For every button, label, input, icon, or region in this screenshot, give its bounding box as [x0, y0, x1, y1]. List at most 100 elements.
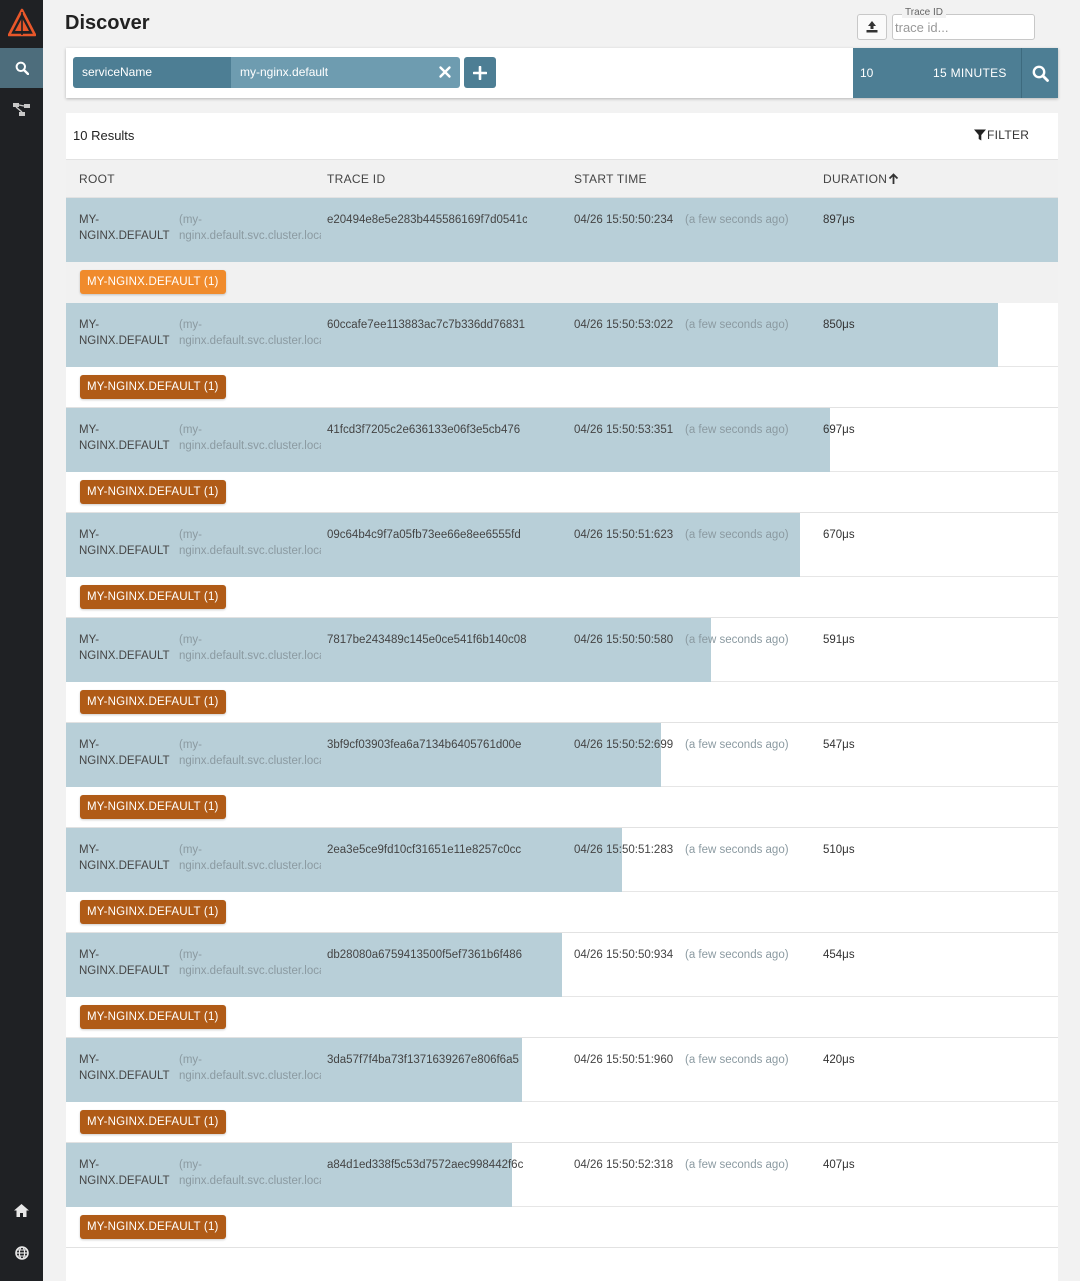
service-tag[interactable]: MY-NGINX.DEFAULT (1) [80, 1005, 226, 1029]
start-time: 04/26 15:50:52:318 [574, 1159, 674, 1171]
service-tag[interactable]: MY-NGINX.DEFAULT (1) [80, 1110, 226, 1134]
logo-icon[interactable] [0, 0, 43, 46]
condition-value[interactable]: my-nginx.default [231, 57, 460, 88]
trace-summary[interactable]: MY- NGINX.DEFAULT (my-nginx.default.svc.cl… [66, 513, 1058, 577]
service-tag[interactable]: MY-NGINX.DEFAULT (1) [80, 795, 226, 819]
condition-key[interactable]: serviceName [73, 57, 231, 88]
root-service: MY- NGINX.DEFAULT [79, 317, 177, 349]
trace-summary[interactable]: MY- NGINX.DEFAULT (my-nginx.default.svc.cl… [66, 618, 1058, 682]
trace-id-input[interactable] [895, 18, 1030, 36]
trace-id: e20494e8e5e283b445586169f7d0541c [327, 214, 527, 226]
root-span-line1: (my- [179, 424, 202, 436]
root-service: MY- NGINX.DEFAULT [79, 632, 177, 664]
relative-time: (a few seconds ago) [685, 949, 789, 961]
root-span-line2: nginx.default.svc.cluster.local:80/*) [179, 230, 321, 242]
home-icon [14, 1203, 29, 1217]
root-service-line2: NGINX.DEFAULT [79, 545, 170, 557]
column-trace-id[interactable]: TRACE ID [327, 172, 385, 186]
service-tag[interactable]: MY-NGINX.DEFAULT (1) [80, 585, 226, 609]
trace-summary[interactable]: MY- NGINX.DEFAULT (my-nginx.default.svc.cl… [66, 828, 1058, 892]
add-condition-button[interactable] [464, 57, 496, 88]
sidebar-item-language[interactable] [0, 1233, 43, 1273]
column-duration-label: DURATION [823, 172, 888, 186]
service-tags: MY-NGINX.DEFAULT (1) [66, 367, 1058, 408]
root-service: MY- NGINX.DEFAULT [79, 947, 177, 979]
service-tags: MY-NGINX.DEFAULT (1) [66, 787, 1058, 828]
root-service: MY- NGINX.DEFAULT [79, 1157, 177, 1189]
dependencies-icon [12, 103, 30, 116]
service-tag[interactable]: MY-NGINX.DEFAULT (1) [80, 480, 226, 504]
trace-summary[interactable]: MY- NGINX.DEFAULT (my-nginx.default.svc.cl… [66, 1143, 1058, 1207]
duration: 510μs [823, 844, 855, 856]
results-panel: 10 Results FILTER ROOT TRACE ID START TI… [66, 113, 1058, 1281]
results-count: 10 Results [73, 128, 135, 143]
trace-summary[interactable]: MY- NGINX.DEFAULT (my-nginx.default.svc.cl… [66, 408, 1058, 472]
root-span-line1: (my- [179, 739, 202, 751]
relative-time: (a few seconds ago) [685, 634, 789, 646]
limit-input[interactable]: 10 [860, 66, 873, 80]
root-span-name: (my-nginx.default.svc.cluster.local:80/*… [179, 1052, 321, 1084]
search-condition[interactable]: serviceName my-nginx.default [73, 57, 460, 88]
sidebar-item-discover[interactable] [0, 48, 43, 88]
search-icon [1032, 65, 1049, 82]
arrow-up-icon [889, 173, 899, 184]
sidebar [0, 0, 43, 1281]
relative-time: (a few seconds ago) [685, 739, 789, 751]
sidebar-item-dependencies[interactable] [0, 90, 43, 130]
duration: 850μs [823, 319, 855, 331]
root-service: MY- NGINX.DEFAULT [79, 737, 177, 769]
trace-id: 2ea3e5ce9fd10cf31651e11e8257c0cc [327, 844, 522, 856]
trace-summary[interactable]: MY- NGINX.DEFAULT (my-nginx.default.svc.cl… [66, 723, 1058, 787]
root-service-line2: NGINX.DEFAULT [79, 230, 170, 242]
service-tag[interactable]: MY-NGINX.DEFAULT (1) [80, 270, 226, 294]
relative-time: (a few seconds ago) [685, 844, 789, 856]
column-root[interactable]: ROOT [79, 172, 115, 186]
duration: 420μs [823, 1054, 855, 1066]
trace-id: 60ccafe7ee113883ac7c7b336dd76831 [327, 319, 526, 331]
trace-summary[interactable]: MY- NGINX.DEFAULT (my-nginx.default.svc.cl… [66, 933, 1058, 997]
service-tag[interactable]: MY-NGINX.DEFAULT (1) [80, 690, 226, 714]
upload-button[interactable] [857, 14, 887, 40]
trace-summary[interactable]: MY- NGINX.DEFAULT (my-nginx.default.svc.cl… [66, 303, 1058, 367]
service-tag[interactable]: MY-NGINX.DEFAULT (1) [80, 1215, 226, 1239]
trace-row: MY- NGINX.DEFAULT (my-nginx.default.svc.cl… [66, 828, 1058, 933]
column-duration[interactable]: DURATION [823, 172, 899, 186]
start-time: 04/26 15:50:50:580 [574, 634, 674, 646]
trace-summary[interactable]: MY- NGINX.DEFAULT (my-nginx.default.svc.cl… [66, 198, 1058, 262]
duration: 591μs [823, 634, 855, 646]
sidebar-item-home[interactable] [0, 1190, 43, 1230]
trace-id: 7817be243489c145e0ce541f6b140c08 [327, 634, 527, 646]
trace-row: MY- NGINX.DEFAULT (my-nginx.default.svc.cl… [66, 723, 1058, 828]
service-tag[interactable]: MY-NGINX.DEFAULT (1) [80, 900, 226, 924]
service-tags: MY-NGINX.DEFAULT (1) [66, 577, 1058, 618]
trace-summary[interactable]: MY- NGINX.DEFAULT (my-nginx.default.svc.cl… [66, 1038, 1058, 1102]
root-span-name: (my-nginx.default.svc.cluster.local:80/*… [179, 947, 321, 979]
root-service-line2: NGINX.DEFAULT [79, 335, 170, 347]
relative-time: (a few seconds ago) [685, 424, 789, 436]
start-time: 04/26 15:50:51:623 [574, 529, 674, 541]
root-span-name: (my-nginx.default.svc.cluster.local:80/*… [179, 1157, 321, 1189]
root-span-name: (my-nginx.default.svc.cluster.local:80/*… [179, 632, 321, 664]
filter-button[interactable]: FILTER [974, 128, 1029, 142]
root-service-line1: MY- [79, 739, 100, 751]
search-button[interactable] [1021, 48, 1058, 98]
column-start-time[interactable]: START TIME [574, 172, 647, 186]
trace-id-label: Trace ID [902, 7, 946, 18]
root-service-line1: MY- [79, 529, 100, 541]
page-title: Discover [65, 12, 150, 34]
start-time: 04/26 15:50:51:960 [574, 1054, 674, 1066]
service-tags: MY-NGINX.DEFAULT (1) [66, 472, 1058, 513]
service-tag[interactable]: MY-NGINX.DEFAULT (1) [80, 375, 226, 399]
trace-row: MY- NGINX.DEFAULT (my-nginx.default.svc.cl… [66, 933, 1058, 1038]
root-service-line1: MY- [79, 844, 100, 856]
root-service: MY- NGINX.DEFAULT [79, 422, 177, 454]
lookback-select[interactable]: 15 MINUTES [933, 66, 1007, 80]
root-span-line2: nginx.default.svc.cluster.local:80/*) [179, 1070, 321, 1082]
trace-row: MY- NGINX.DEFAULT (my-nginx.default.svc.cl… [66, 408, 1058, 513]
trace-row: MY- NGINX.DEFAULT (my-nginx.default.svc.cl… [66, 513, 1058, 618]
close-icon[interactable] [438, 65, 452, 79]
service-tags: MY-NGINX.DEFAULT (1) [66, 262, 1058, 303]
start-time: 04/26 15:50:52:699 [574, 739, 674, 751]
trace-row: MY- NGINX.DEFAULT (my-nginx.default.svc.cl… [66, 1038, 1058, 1143]
root-service-line2: NGINX.DEFAULT [79, 965, 170, 977]
